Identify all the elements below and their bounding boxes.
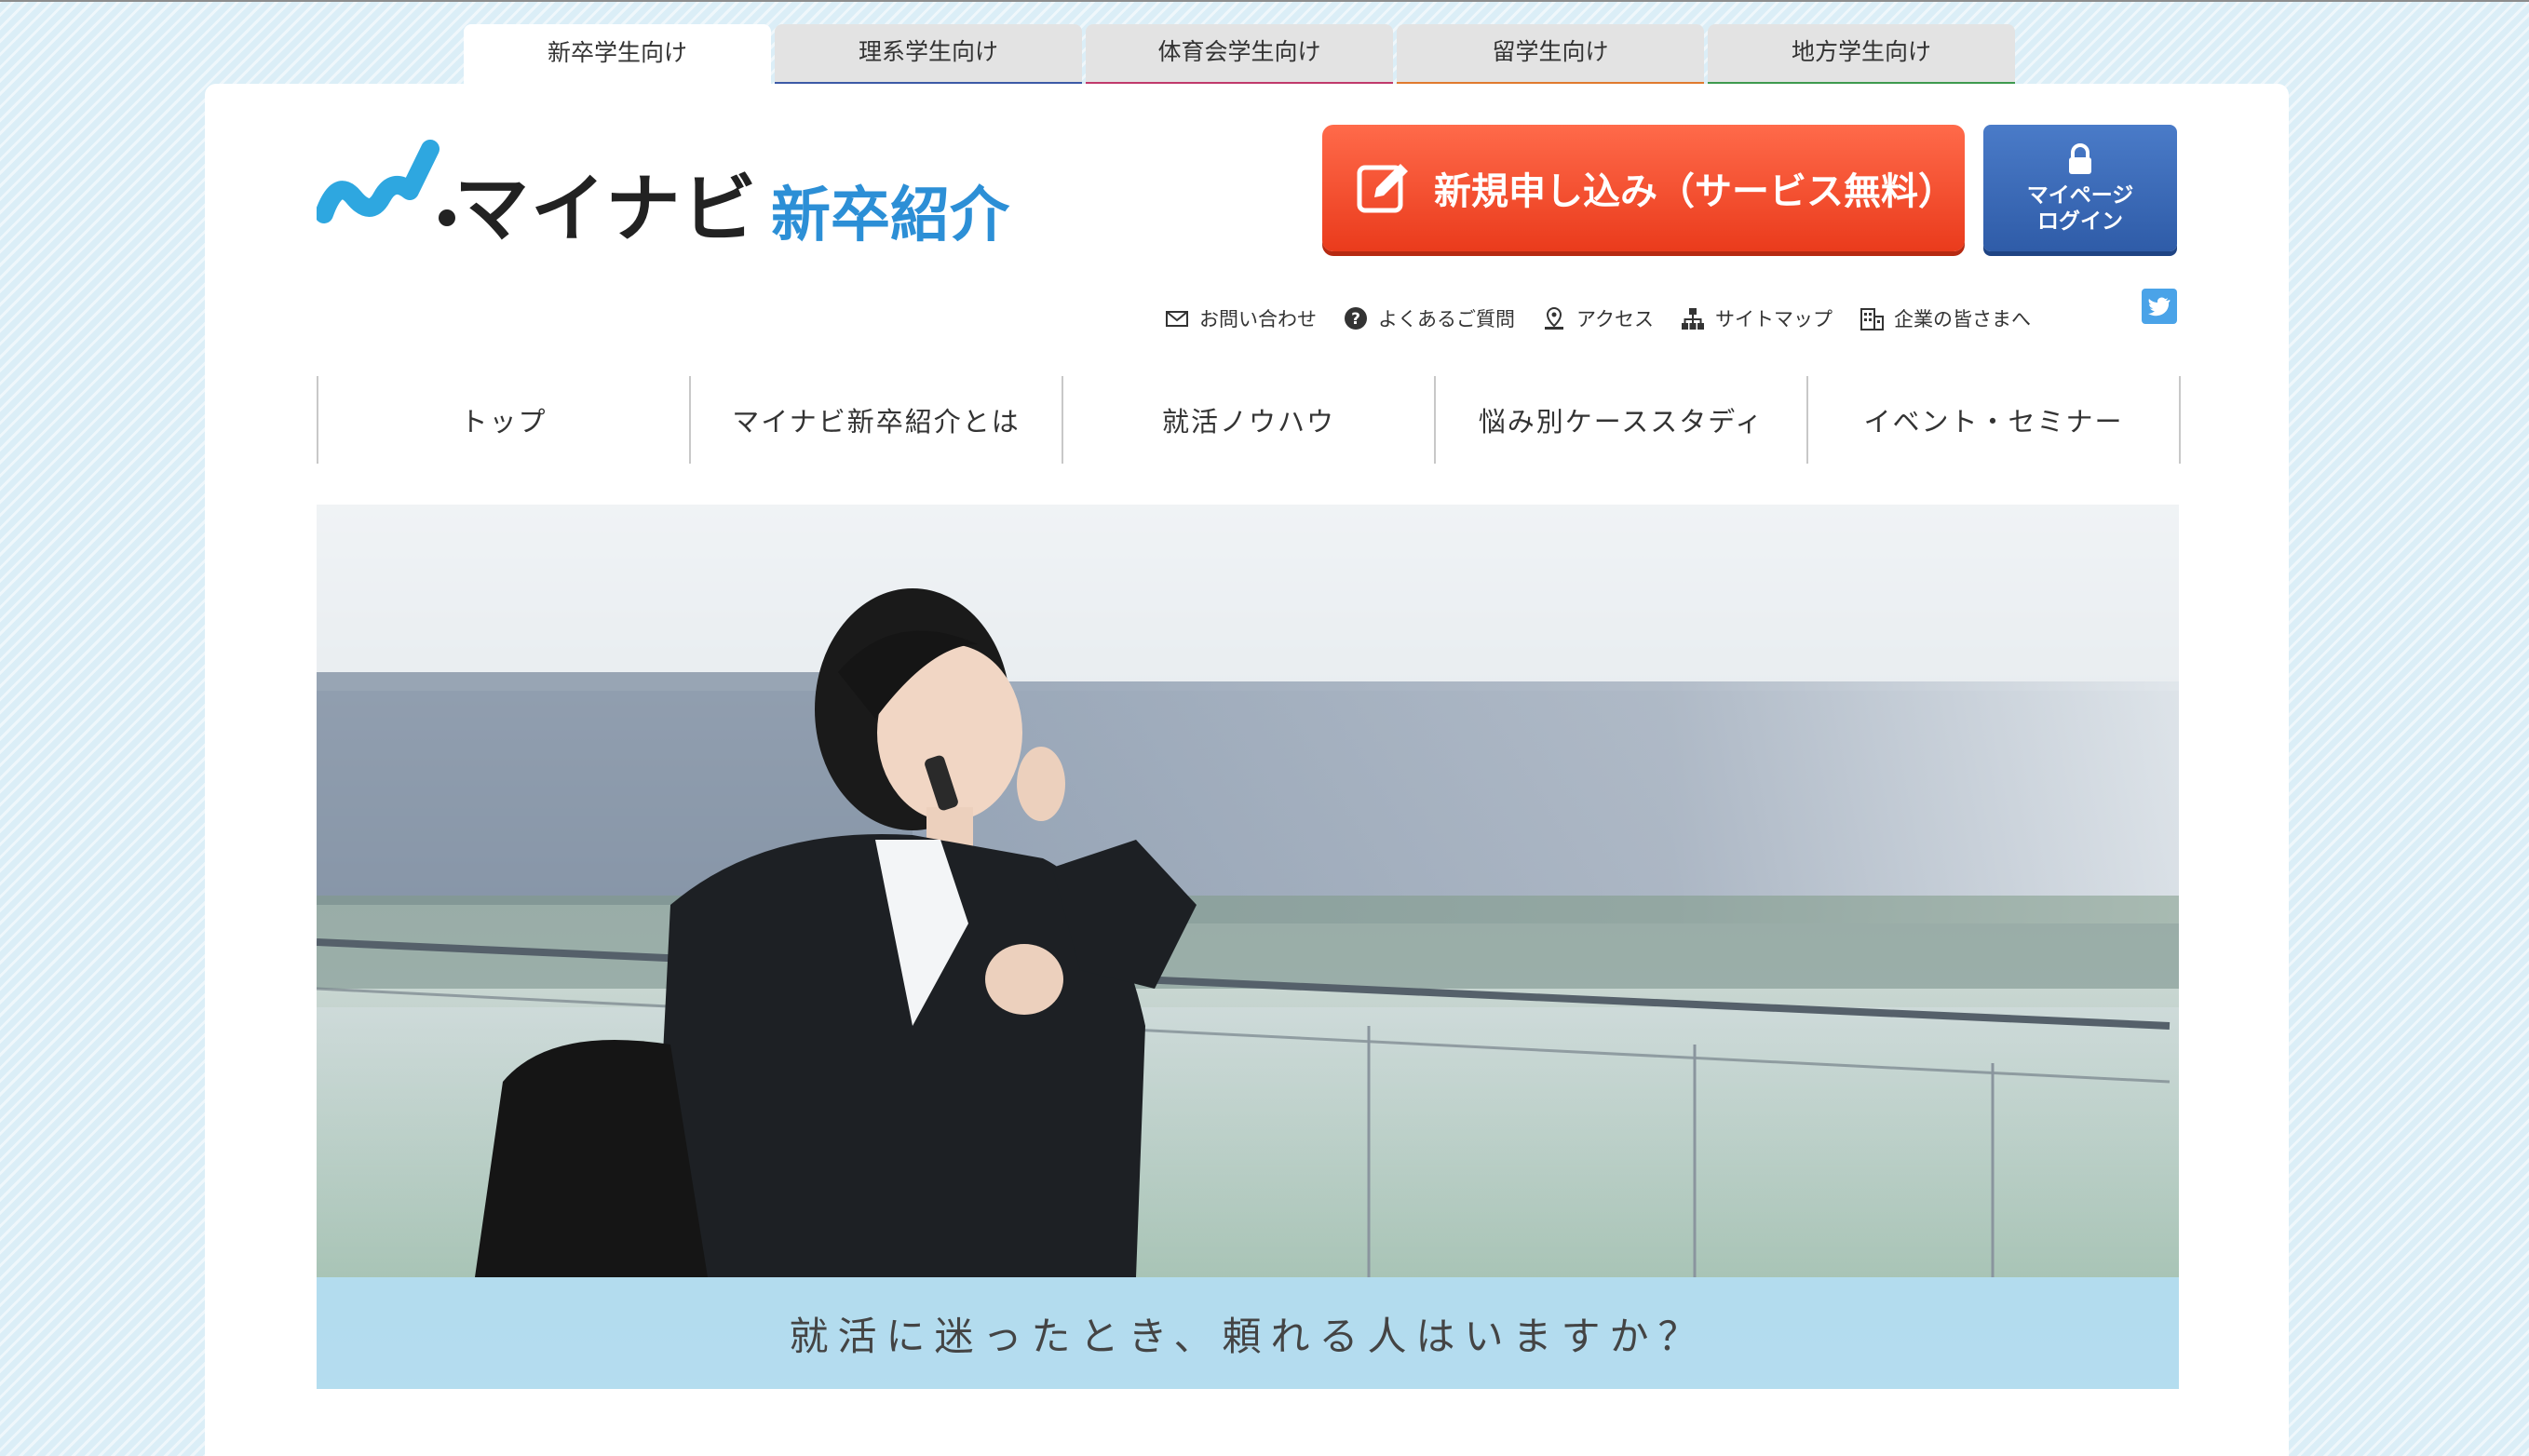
access-link[interactable]: アクセス (1541, 304, 1654, 332)
nav-about[interactable]: マイナビ新卒紹介とは (691, 376, 1063, 464)
mynavi-logo-icon (317, 140, 455, 226)
mypage-login-button[interactable]: マイページ ログイン (1983, 125, 2177, 251)
hero-caption-bar: 就活に迷ったとき、頼れる人はいますか？ (317, 1277, 2179, 1389)
nav-events-seminars[interactable]: イベント・セミナー (1808, 376, 2181, 464)
sitemap-label: サイトマップ (1714, 308, 1833, 330)
top-border (0, 0, 2529, 2)
signup-label: 新規申し込み（サービス無料） (1434, 170, 1955, 213)
mail-icon (1166, 311, 1188, 327)
contact-link[interactable]: お問い合わせ (1164, 304, 1317, 332)
tab-athletic-students[interactable]: 体育会学生向け (1086, 24, 1393, 89)
logo-sub: 新卒紹介 (771, 182, 1009, 250)
logo-brand: マイナビ (454, 166, 759, 252)
twitter-icon (2148, 297, 2171, 317)
faq-label: よくあるご質問 (1378, 308, 1515, 330)
nav-top[interactable]: トップ (318, 376, 691, 464)
hero-caption: 就活に迷ったとき、頼れる人はいますか？ (789, 1313, 1707, 1359)
tab-international-students[interactable]: 留学生向け (1397, 24, 1704, 89)
access-label: アクセス (1576, 308, 1654, 330)
faq-link[interactable]: ? よくあるご質問 (1343, 304, 1515, 332)
location-icon (1545, 306, 1563, 330)
hero-banner: 就活に迷ったとき、頼れる人はいますか？ (317, 505, 2179, 1389)
corporate-link[interactable]: 企業の皆さまへ (1859, 304, 2031, 332)
tab-science-students[interactable]: 理系学生向け (775, 24, 1082, 89)
signup-button[interactable]: 新規申し込み（サービス無料） (1322, 125, 1965, 251)
nav-job-hunting-knowhow[interactable]: 就活ノウハウ (1063, 376, 1436, 464)
login-label: ログイン (2037, 209, 2123, 234)
hero-image (317, 505, 2179, 1389)
contact-label: お問い合わせ (1199, 308, 1317, 330)
tab-regional-students[interactable]: 地方学生向け (1708, 24, 2015, 89)
nav-case-studies[interactable]: 悩み別ケーススタディ (1436, 376, 1808, 464)
site-logo[interactable]: マイナビ 新卒紹介 (317, 140, 1024, 252)
tab-new-graduates[interactable]: 新卒学生向け (464, 24, 771, 93)
global-nav: トップ マイナビ新卒紹介とは 就活ノウハウ 悩み別ケーススタディ イベント・セミ… (317, 376, 2181, 464)
sitemap-link[interactable]: サイトマップ (1680, 304, 1833, 332)
question-icon: ? (1345, 307, 1367, 330)
lock-icon (2069, 143, 2091, 174)
edit-icon (1357, 164, 1408, 213)
corporate-label: 企業の皆さまへ (1893, 308, 2031, 330)
sitemap-icon (1681, 308, 1704, 330)
building-icon (1860, 308, 1884, 330)
svg-text:?: ? (1351, 310, 1360, 329)
twitter-button[interactable] (2142, 289, 2177, 324)
utility-links: お問い合わせ ? よくあるご質問 アクセス サイトマップ 企業の皆さまへ (1164, 300, 2031, 337)
mypage-label: マイページ (2026, 183, 2134, 208)
